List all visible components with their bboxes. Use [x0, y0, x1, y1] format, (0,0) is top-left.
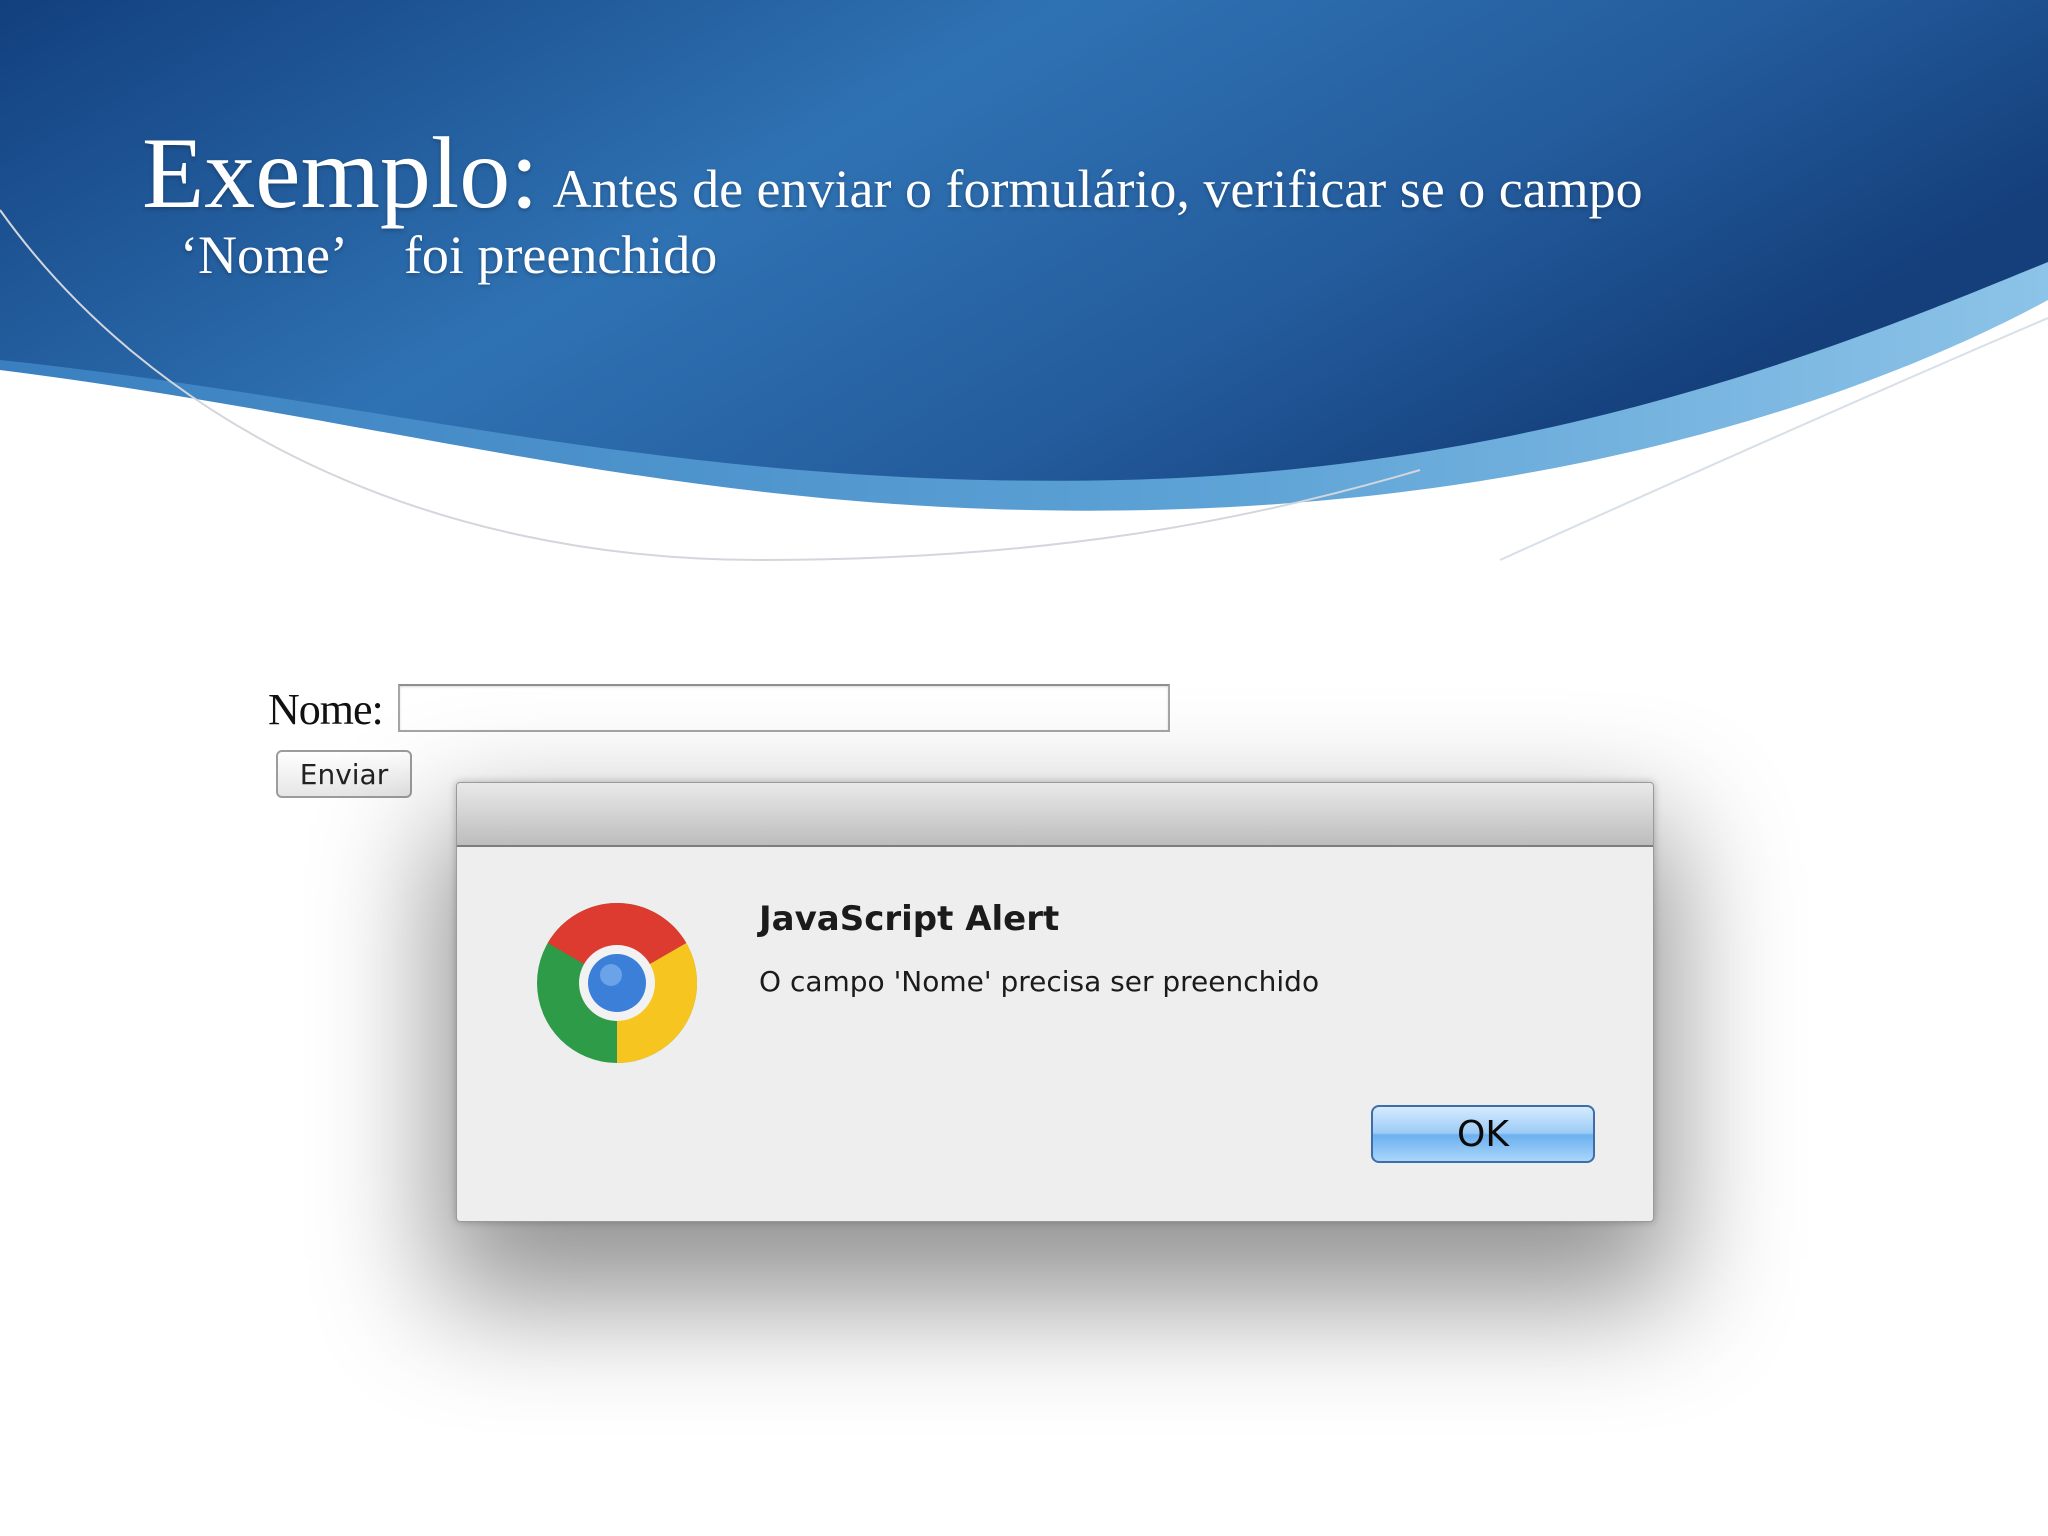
dialog-titlebar[interactable] [457, 783, 1653, 847]
alert-message: O campo 'Nome' precisa ser preenchido [759, 965, 1320, 998]
ok-button[interactable]: OK [1371, 1105, 1595, 1163]
chrome-logo-icon [537, 902, 698, 1063]
submit-button[interactable]: Enviar [276, 750, 412, 798]
name-label: Nome: [268, 685, 384, 734]
name-input[interactable] [398, 684, 1170, 732]
javascript-alert-dialog: JavaScript Alert O campo 'Nome' precisa … [456, 782, 1654, 1222]
alert-title: JavaScript Alert [759, 899, 1060, 939]
slide-title-subtitle: Antes de enviar o formulário, verificar … [552, 159, 1643, 219]
slide-title-quoted-field: ‘Nome’ [180, 225, 348, 286]
slide-title-rest: foi preenchido [403, 225, 718, 286]
slide-title-main: Exemplo: [142, 117, 539, 230]
slide-title: Exemplo: Antes de enviar o formulário, v… [142, 117, 2002, 286]
